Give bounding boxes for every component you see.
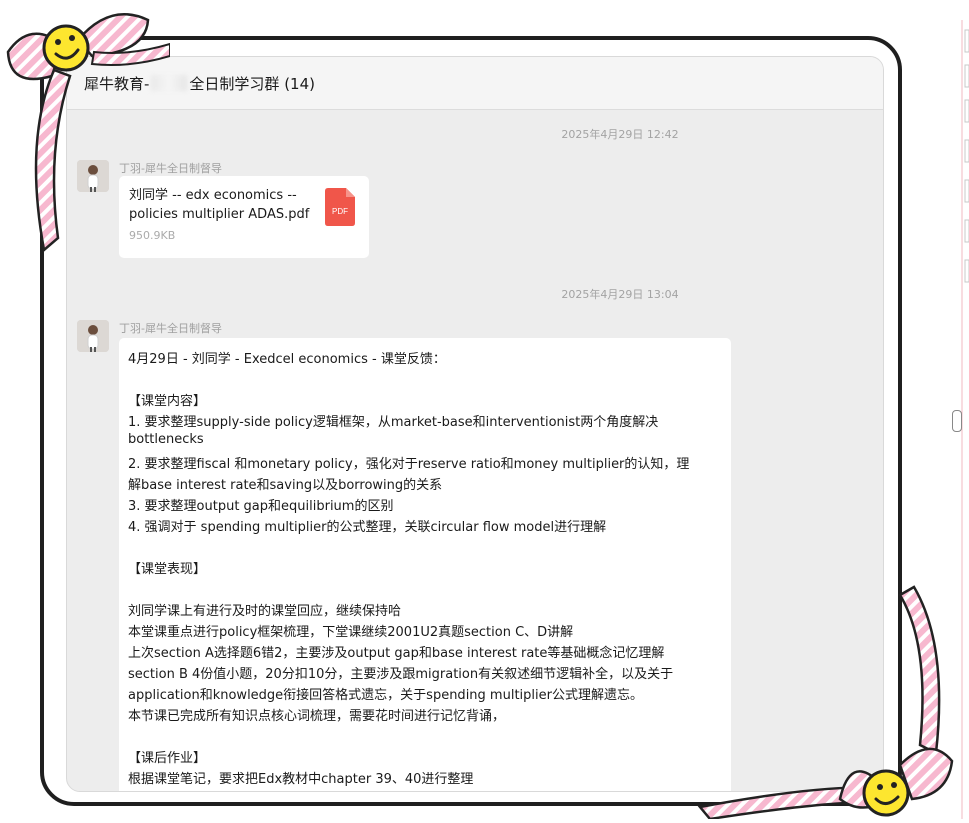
smiley-icon xyxy=(42,24,90,72)
chat-header: 犀牛教育- 全日制学习群 (14) xyxy=(67,57,883,110)
message-line: 3. 要求整理output gap和equilibrium的区别 xyxy=(128,499,394,514)
message-line: application和knowledge衔接回答格式遗忘，关于spending… xyxy=(128,688,643,703)
message-line: 4月29日 - 刘同学 - Exedcel economics - 课堂反馈： xyxy=(128,352,446,367)
sender-name: 丁羽-犀牛全日制督导 xyxy=(119,322,222,335)
message-line: 【课堂内容】 xyxy=(128,394,207,409)
resize-handle[interactable] xyxy=(952,410,962,432)
message-line: 本节课已完成所有知识点核心词梳理，需要花时间进行记忆背诵， xyxy=(128,709,506,724)
message-line: 【课后作业】 xyxy=(128,751,207,766)
timestamp: 2025年4月29日 13:04 xyxy=(561,288,679,301)
message-line: 4. 强调对于 spending multiplier的公式整理，关联circu… xyxy=(128,520,607,535)
timestamp: 2025年4月29日 12:42 xyxy=(561,128,679,141)
message-line: 2. 要求整理fiscal 和monetary policy，强化对于reser… xyxy=(128,457,690,472)
pdf-type-label: PDF xyxy=(332,207,348,216)
message-line: 刘同学课上有进行及时的课堂回应，继续保持哈 xyxy=(128,604,402,619)
message-line: 本堂课重点进行policy框架梳理，下堂课继续2001U2真题section C… xyxy=(128,625,574,640)
message-line: section B 4份值小题，20分扣10分，主要涉及跟migration有关… xyxy=(128,667,674,682)
ribbon-bow-decoration xyxy=(6,12,170,253)
avatar[interactable] xyxy=(77,320,109,352)
message-line: bottlenecks xyxy=(128,432,204,447)
message-line: 【课堂表现】 xyxy=(128,562,207,577)
ribbon-bow-decoration xyxy=(697,585,954,819)
text-message-bubble[interactable]: 4月29日 - 刘同学 - Exedcel economics - 课堂反馈： 【… xyxy=(119,338,731,791)
chat-title-suffix: 全日制学习群 (14) xyxy=(189,74,315,93)
message-line: 上次section A选择题6错2，主要涉及output gap和base in… xyxy=(128,646,665,661)
smiley-icon xyxy=(862,769,910,817)
message-line: 解base interest rate和saving以及borrowing的关系 xyxy=(128,478,443,493)
message-line: 根据课堂笔记，要求把Edx教材中chapter 39、40进行整理 xyxy=(128,772,474,787)
pdf-file-icon: PDF xyxy=(325,188,355,226)
message-line: 1. 要求整理supply-side policy逻辑框架，从market-ba… xyxy=(128,415,659,430)
